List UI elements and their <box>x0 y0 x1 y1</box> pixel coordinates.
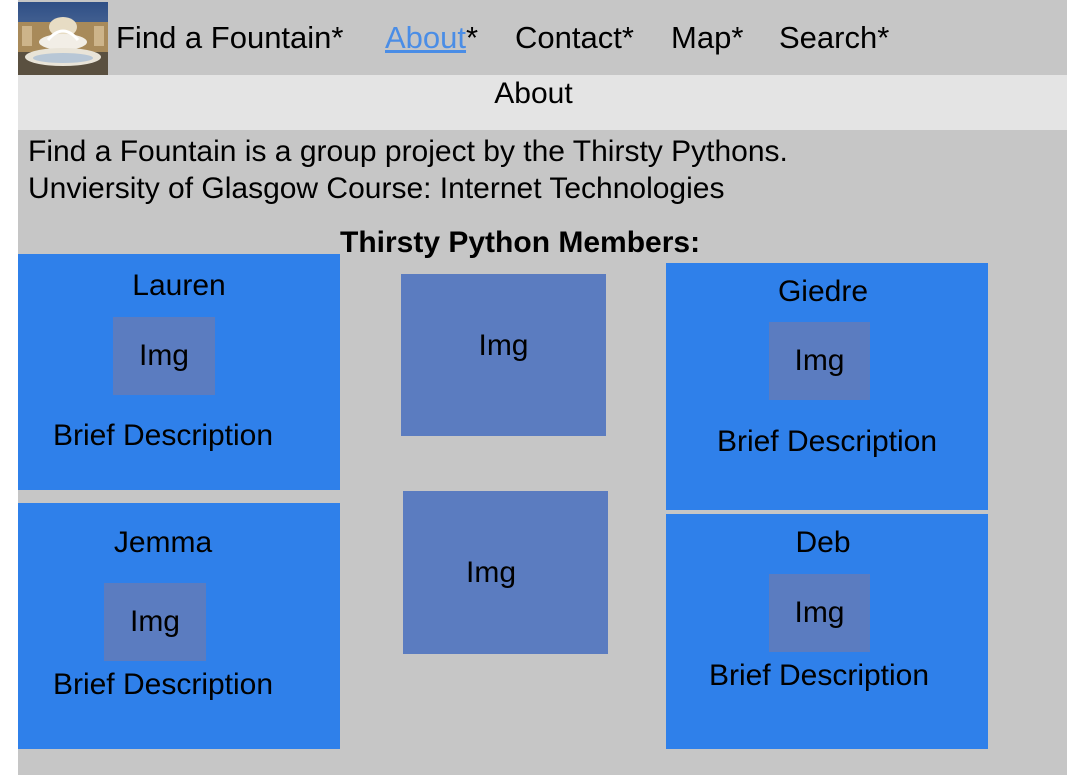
image-placeholder: Img <box>403 491 608 654</box>
member-image-placeholder: Img <box>113 317 215 395</box>
members-heading: Thirsty Python Members: <box>340 226 701 259</box>
member-name: Jemma <box>113 526 213 559</box>
intro-line-2: Unviersity of Glasgow Course: Internet T… <box>28 172 725 205</box>
member-description: Brief Description <box>708 659 930 692</box>
member-description: Brief Description <box>52 419 274 452</box>
member-name: Giedre <box>777 275 869 308</box>
member-card-lauren: Lauren Img Brief Description <box>18 254 340 490</box>
about-link[interactable]: About <box>385 20 466 55</box>
nav-item-find-a-fountain[interactable]: Find a Fountain* <box>116 18 344 58</box>
member-description: Brief Description <box>52 668 274 701</box>
nav-item-about[interactable]: About* <box>385 18 478 58</box>
image-placeholder: Img <box>401 274 606 436</box>
nav-item-map[interactable]: Map* <box>671 18 743 58</box>
member-image-placeholder: Img <box>769 574 870 652</box>
member-card-giedre: Giedre Img Brief Description <box>666 263 988 510</box>
intro-line-1: Find a Fountain is a group project by th… <box>28 135 788 168</box>
intro-text: Find a Fountain is a group project by th… <box>28 133 788 207</box>
member-name: Deb <box>795 526 851 559</box>
nav-item-search[interactable]: Search* <box>779 18 889 58</box>
page-title: About <box>494 77 573 110</box>
member-image-placeholder: Img <box>104 583 206 661</box>
fountain-logo-image[interactable] <box>18 2 108 75</box>
nav-item-contact[interactable]: Contact* <box>515 18 634 58</box>
member-name: Lauren <box>132 269 226 302</box>
member-card-jemma: Jemma Img Brief Description <box>18 503 340 749</box>
member-image-placeholder: Img <box>769 322 870 400</box>
member-description: Brief Description <box>716 425 938 458</box>
member-card-deb: Deb Img Brief Description <box>666 514 988 749</box>
